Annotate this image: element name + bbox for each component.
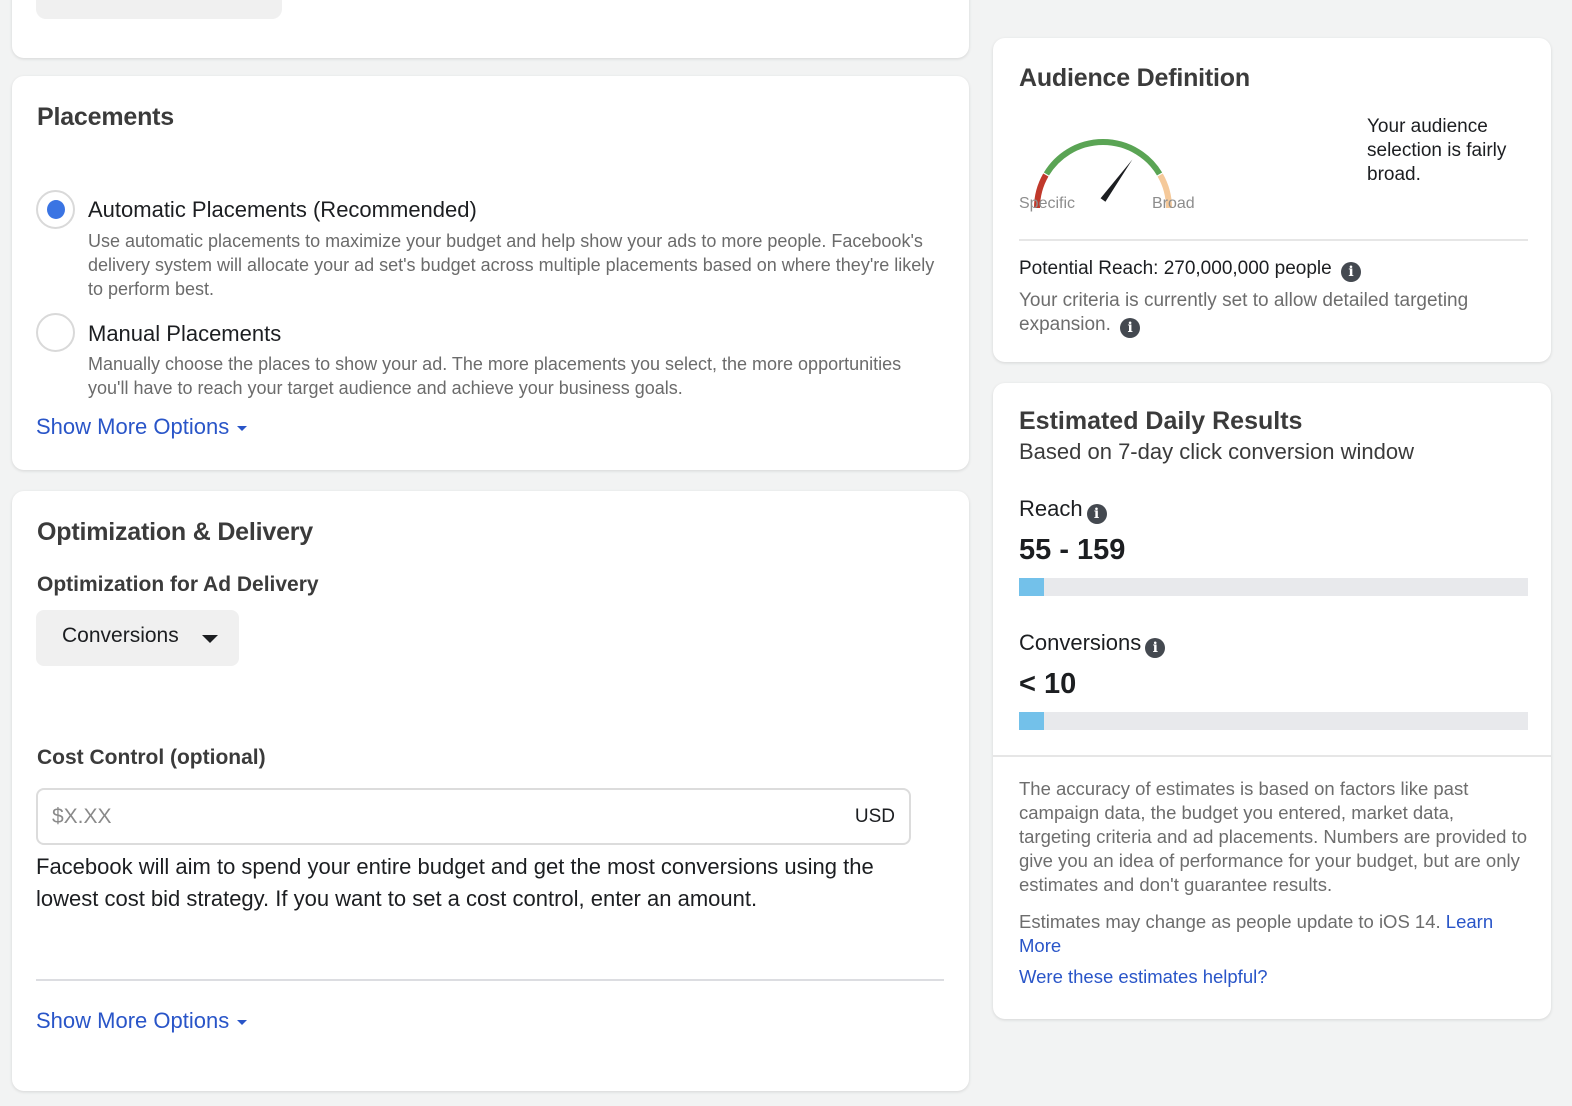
placements-card: Placements Automatic Placements (Recomme…	[12, 76, 969, 470]
cost-control-help: Facebook will aim to spend your entire b…	[36, 854, 874, 911]
show-more-label: Show More Options	[36, 1008, 230, 1033]
ad-delivery-label: Optimization for Ad Delivery	[37, 573, 319, 596]
audience-definition-card: Audience Definition Specific Broad Your …	[993, 38, 1551, 362]
caret-down-icon	[237, 1019, 248, 1025]
manual-placements-radio[interactable]	[36, 313, 75, 352]
audience-divider	[1019, 239, 1528, 241]
accuracy-note: The accuracy of estimates is based on fa…	[1019, 778, 1527, 895]
reach-label: Reach	[1019, 496, 1083, 521]
potential-reach-value: 270,000,000 people	[1163, 258, 1332, 279]
potential-reach-label: Potential Reach:	[1019, 258, 1159, 279]
ios-note: Estimates may change as people update to…	[1019, 910, 1529, 958]
reach-metric-label: Reach i	[1019, 496, 1107, 524]
results-title: Estimated Daily Results	[1019, 407, 1303, 435]
manual-placements-label[interactable]: Manual Placements	[88, 321, 281, 347]
expansion-note: Your criteria is currently set to allow …	[1019, 289, 1519, 338]
info-icon[interactable]: i	[1086, 504, 1107, 524]
ad-delivery-dropdown[interactable]: Conversions	[36, 610, 239, 666]
optimization-show-more-options[interactable]: Show More Options	[36, 1008, 248, 1034]
conversions-progress-fill	[1019, 712, 1045, 730]
manual-placements-description: Manually choose the places to show your …	[88, 354, 902, 398]
show-more-label: Show More Options	[36, 414, 230, 439]
conversions-value: < 10	[1019, 668, 1077, 700]
info-icon[interactable]: i	[1340, 262, 1361, 282]
cost-control-input[interactable]	[52, 802, 812, 832]
conversions-label: Conversions	[1019, 630, 1142, 655]
automatic-placements-label[interactable]: Automatic Placements (Recommended)	[88, 197, 477, 223]
previous-section-button[interactable]	[36, 0, 282, 19]
reach-progress-bar	[1019, 578, 1528, 596]
placements-title: Placements	[37, 103, 174, 131]
caret-down-icon	[237, 425, 248, 431]
optimization-title: Optimization & Delivery	[37, 518, 314, 546]
audience-summary: Your audience selection is fairly broad.	[1367, 116, 1507, 185]
info-icon[interactable]: i	[1145, 638, 1166, 658]
reach-value: 55 - 159	[1019, 534, 1126, 566]
reach-progress-fill	[1019, 578, 1045, 596]
caret-down-icon	[202, 635, 218, 643]
gauge-arc-middle	[1043, 139, 1163, 176]
currency-label: USD	[854, 806, 895, 827]
cost-control-label: Cost Control (optional)	[37, 746, 266, 769]
gauge-needle	[1100, 159, 1133, 202]
cost-control-field[interactable]: USD	[36, 788, 911, 845]
ios-note-text: Estimates may change as people update to…	[1019, 911, 1441, 932]
gauge-max-label: Broad	[1152, 195, 1195, 212]
ad-delivery-value: Conversions	[62, 624, 179, 647]
audience-title: Audience Definition	[1019, 64, 1250, 92]
conversions-progress-bar	[1019, 712, 1528, 730]
feedback: Were these estimates helpful?	[1019, 965, 1529, 989]
optimization-delivery-card: Optimization & Delivery Optimization for…	[12, 491, 969, 1091]
previous-section-card	[12, 0, 969, 58]
info-icon[interactable]: i	[1120, 318, 1141, 338]
section-divider	[36, 979, 944, 981]
automatic-placements-description: Use automatic placements to maximize you…	[88, 231, 935, 299]
placements-show-more-options[interactable]: Show More Options	[36, 414, 248, 440]
gauge-min-label: Specific	[1019, 195, 1076, 212]
results-subtitle: Based on 7-day click conversion window	[1019, 439, 1414, 464]
estimated-daily-results-card: Estimated Daily Results Based on 7-day c…	[993, 383, 1551, 1019]
estimates-helpful-link[interactable]: Were these estimates helpful?	[1019, 966, 1268, 987]
expansion-note-text: Your criteria is currently set to allow …	[1019, 290, 1469, 335]
results-divider	[993, 755, 1551, 757]
conversions-metric-label: Conversions i	[1019, 630, 1166, 658]
automatic-placements-radio[interactable]	[36, 190, 75, 229]
potential-reach: Potential Reach: 270,000,000 people i	[1019, 258, 1361, 282]
